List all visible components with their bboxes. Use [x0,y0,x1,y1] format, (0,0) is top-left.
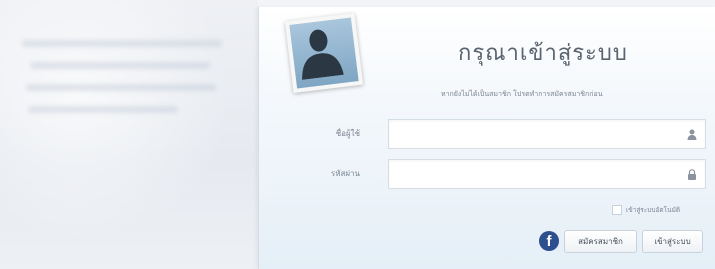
username-label: ชื่อผู้ใช้ [335,129,360,138]
register-button[interactable]: สมัครสมาชิก [564,230,637,253]
remember-me-label: เข้าสู่ระบบอัตโนมัติ [626,206,681,214]
login-button[interactable]: เข้าสู่ระบบ [642,230,703,253]
person-silhouette-icon [302,29,344,80]
lock-icon [688,169,696,180]
remember-me[interactable]: เข้าสู่ระบบอัตโนมัติ [612,205,680,215]
remember-me-checkbox[interactable] [612,205,622,215]
password-field[interactable] [388,159,706,189]
blurred-text-line [30,62,210,69]
blurred-text-line [22,40,222,47]
username-input[interactable] [389,120,685,148]
blurred-text-line [28,106,178,113]
password-input[interactable] [389,160,685,188]
blurred-text-line [26,84,216,91]
username-field[interactable] [388,119,706,149]
facebook-icon[interactable]: f [539,231,559,251]
register-hint: หากยังไม่ได้เป็นสมาชิก โปรดทำการสมัครสมา… [441,90,603,98]
password-label: รหัสผ่าน [330,169,360,178]
page-title: กรุณาเข้าสู่ระบบ [458,41,628,66]
user-icon [687,129,697,140]
blurred-background [0,0,258,269]
avatar [284,13,364,93]
